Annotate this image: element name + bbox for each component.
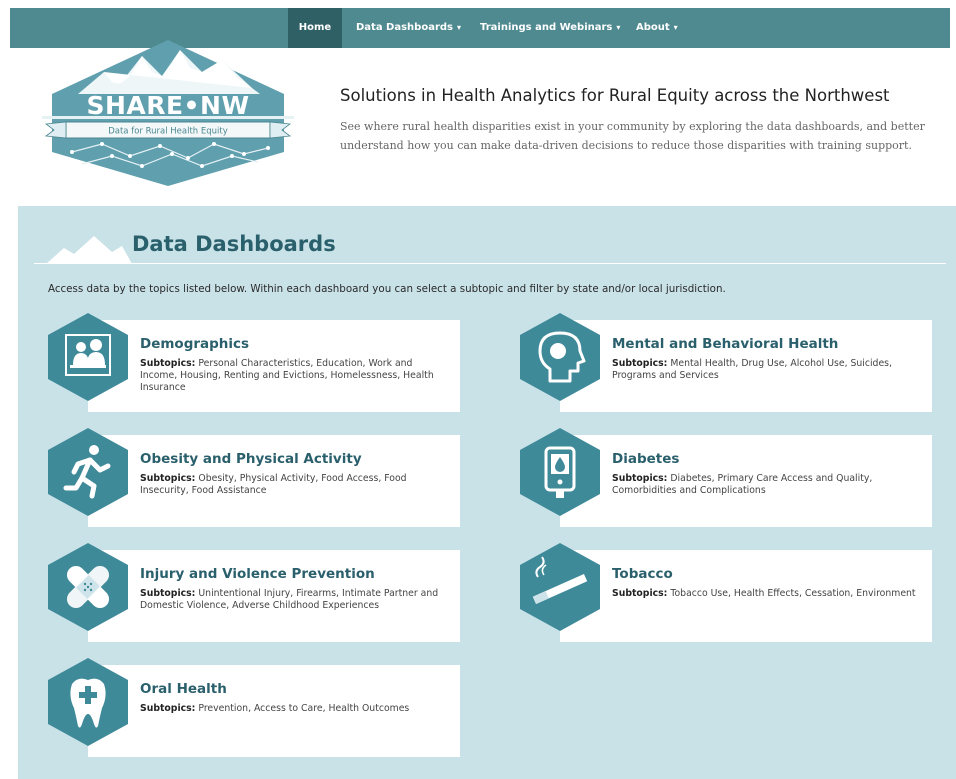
subtopics-label: Subtopics: (612, 588, 668, 599)
runner-icon[interactable] (48, 428, 128, 516)
nav-about-label: About (636, 22, 670, 33)
nav-trainings-webinars[interactable]: Trainings and Webinars ▾ (480, 8, 620, 48)
head-profile-icon[interactable] (520, 313, 600, 401)
family-icon[interactable] (48, 313, 128, 401)
dashboard-card-injury-violence-prevention[interactable]: Injury and Violence Prevention Subtopics… (88, 550, 460, 642)
glucose-meter-icon[interactable] (520, 428, 600, 516)
logo-subtitle: Data for Rural Health Equity (108, 127, 228, 137)
caret-down-icon: ▾ (673, 23, 678, 32)
card-title: Injury and Violence Prevention (140, 566, 375, 582)
card-title: Oral Health (140, 681, 227, 697)
logo-title: SHARE•NW (86, 91, 249, 120)
subtopics-label: Subtopics: (612, 473, 668, 484)
subtopics-label: Subtopics: (612, 358, 668, 369)
card-title: Diabetes (612, 451, 680, 467)
mountain-icon (46, 236, 132, 264)
card-title: Mental and Behavioral Health (612, 336, 839, 352)
site-description: See where rural health disparities exist… (340, 120, 925, 152)
nav-about[interactable]: About ▾ (636, 8, 678, 48)
subtopics-label: Subtopics: (140, 473, 196, 484)
nav-home[interactable]: Home (288, 8, 342, 48)
card-title: Obesity and Physical Activity (140, 451, 362, 467)
bandage-icon[interactable] (48, 543, 128, 631)
site-title: Solutions in Health Analytics for Rural … (340, 86, 890, 105)
subtopics-label: Subtopics: (140, 358, 196, 369)
nav-data-dashboards-label: Data Dashboards (356, 22, 453, 33)
dashboard-card-obesity-physical-activity[interactable]: Obesity and Physical Activity Subtopics:… (88, 435, 460, 527)
share-nw-logo[interactable]: SHARE•NW Data for Rural Health Equity (42, 38, 294, 188)
subtopics-label: Subtopics: (140, 703, 196, 714)
cigarette-icon[interactable] (520, 543, 600, 631)
caret-down-icon: ▾ (616, 23, 621, 32)
subtopics-text: Tobacco Use, Health Effects, Cessation, … (670, 588, 916, 599)
subtopics-text: Prevention, Access to Care, Health Outco… (198, 703, 410, 714)
nav-trainings-label: Trainings and Webinars (480, 22, 613, 33)
section-divider (34, 263, 946, 264)
caret-down-icon: ▾ (457, 23, 462, 32)
dashboard-card-diabetes[interactable]: Diabetes Subtopics: Diabetes, Primary Ca… (560, 435, 932, 527)
nav-home-label: Home (298, 22, 332, 33)
dashboard-card-tobacco[interactable]: Tobacco Subtopics: Tobacco Use, Health E… (560, 550, 932, 642)
tooth-icon[interactable] (48, 658, 128, 746)
section-intro: Access data by the topics listed below. … (48, 283, 726, 295)
card-subtopics: Subtopics: Tobacco Use, Health Effects, … (612, 588, 920, 600)
dashboard-card-oral-health[interactable]: Oral Health Subtopics: Prevention, Acces… (88, 665, 460, 757)
dashboard-card-mental-behavioral-health[interactable]: Mental and Behavioral Health Subtopics: … (560, 320, 932, 412)
subtopics-label: Subtopics: (140, 588, 196, 599)
card-subtopics: Subtopics: Diabetes, Primary Care Access… (612, 473, 920, 497)
card-subtopics: Subtopics: Personal Characteristics, Edu… (140, 358, 448, 394)
nav-data-dashboards[interactable]: Data Dashboards ▾ (356, 8, 461, 48)
dashboard-card-demographics[interactable]: Demographics Subtopics: Personal Charact… (88, 320, 460, 412)
card-title: Demographics (140, 336, 250, 352)
card-subtopics: Subtopics: Mental Health, Drug Use, Alco… (612, 358, 920, 382)
section-title: Data Dashboards (132, 232, 336, 256)
card-subtopics: Subtopics: Obesity, Physical Activity, F… (140, 473, 448, 497)
card-title: Tobacco (612, 566, 673, 582)
card-subtopics: Subtopics: Prevention, Access to Care, H… (140, 703, 448, 715)
card-subtopics: Subtopics: Unintentional Injury, Firearm… (140, 588, 448, 612)
